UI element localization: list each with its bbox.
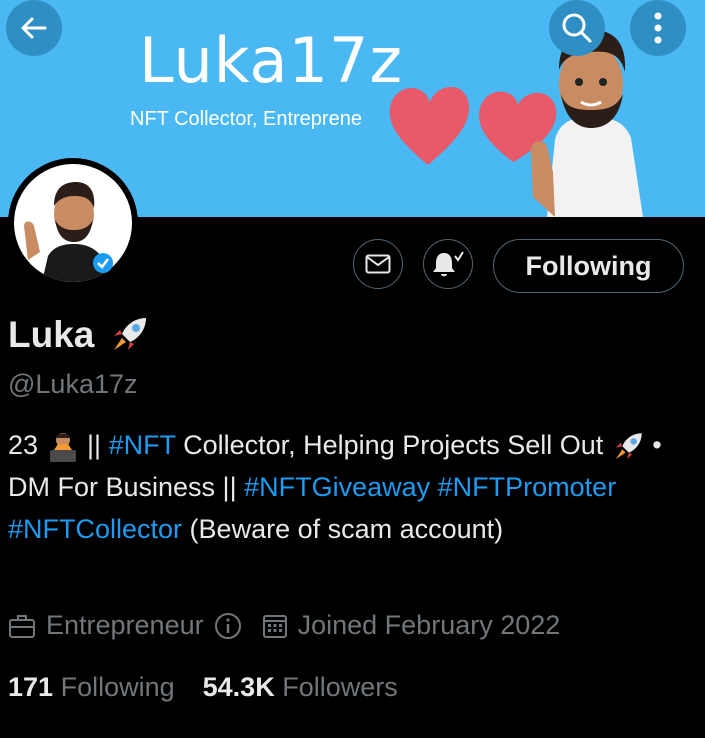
- profile-stats: 171 Following 54.3K Followers: [8, 672, 398, 703]
- technologist-emoji-icon: [49, 432, 76, 462]
- bio-text: Collector, Helping Projects Sell Out: [175, 430, 611, 460]
- bio-text: (Beware of scam account): [182, 514, 504, 544]
- hashtag-link[interactable]: #NFTPromoter: [438, 472, 617, 502]
- following-button[interactable]: Following: [493, 239, 684, 293]
- back-button[interactable]: [6, 0, 62, 56]
- hashtag-link[interactable]: #NFTGiveaway: [244, 472, 430, 502]
- profile-avatar[interactable]: [8, 158, 138, 288]
- more-button[interactable]: [630, 0, 686, 56]
- followers-count: 54.3K: [202, 672, 275, 702]
- bio-text: 23: [8, 430, 46, 460]
- joined-date: Joined February 2022: [297, 610, 561, 640]
- followers-label: Followers: [282, 672, 398, 702]
- avatar-image: [14, 164, 132, 282]
- profile-handle: @Luka17z: [8, 369, 138, 399]
- verified-icon: [93, 253, 113, 273]
- search-button[interactable]: [549, 0, 605, 56]
- notify-button[interactable]: [423, 239, 473, 289]
- info-icon[interactable]: [214, 612, 242, 640]
- followers-stat[interactable]: 54.3K Followers: [203, 672, 398, 703]
- following-label: Following: [60, 672, 175, 702]
- message-button[interactable]: [353, 239, 403, 289]
- banner-subtitle: NFT Collector, Entreprene: [130, 108, 362, 130]
- following-count: 171: [8, 672, 54, 702]
- bell-check-icon: [433, 251, 464, 277]
- hashtag-link[interactable]: #NFT: [109, 430, 176, 460]
- calendar-icon: [262, 614, 287, 638]
- profile-name-row: Luka: [8, 314, 150, 356]
- profile-meta: Entrepreneur Joined February 2022: [8, 610, 560, 641]
- more-vertical-icon: [654, 12, 662, 44]
- banner-title: Luka17z: [139, 24, 403, 97]
- following-stat[interactable]: 171 Following: [8, 672, 175, 703]
- joined-item: Joined February 2022: [262, 610, 561, 641]
- search-icon: [562, 13, 592, 43]
- bio-text: ||: [79, 430, 109, 460]
- mail-icon: [365, 254, 391, 274]
- profile-name: Luka: [8, 314, 95, 355]
- arrow-left-icon: [21, 17, 47, 39]
- rocket-icon: [114, 318, 147, 350]
- rocket-icon: [615, 433, 642, 460]
- category-item[interactable]: Entrepreneur: [8, 610, 242, 641]
- hashtag-link[interactable]: #NFTCollector: [8, 514, 182, 544]
- briefcase-icon: [9, 614, 35, 638]
- profile-bio: 23 || #NFT Collector, Helping Projects S…: [8, 424, 698, 550]
- category-label: Entrepreneur: [46, 610, 204, 640]
